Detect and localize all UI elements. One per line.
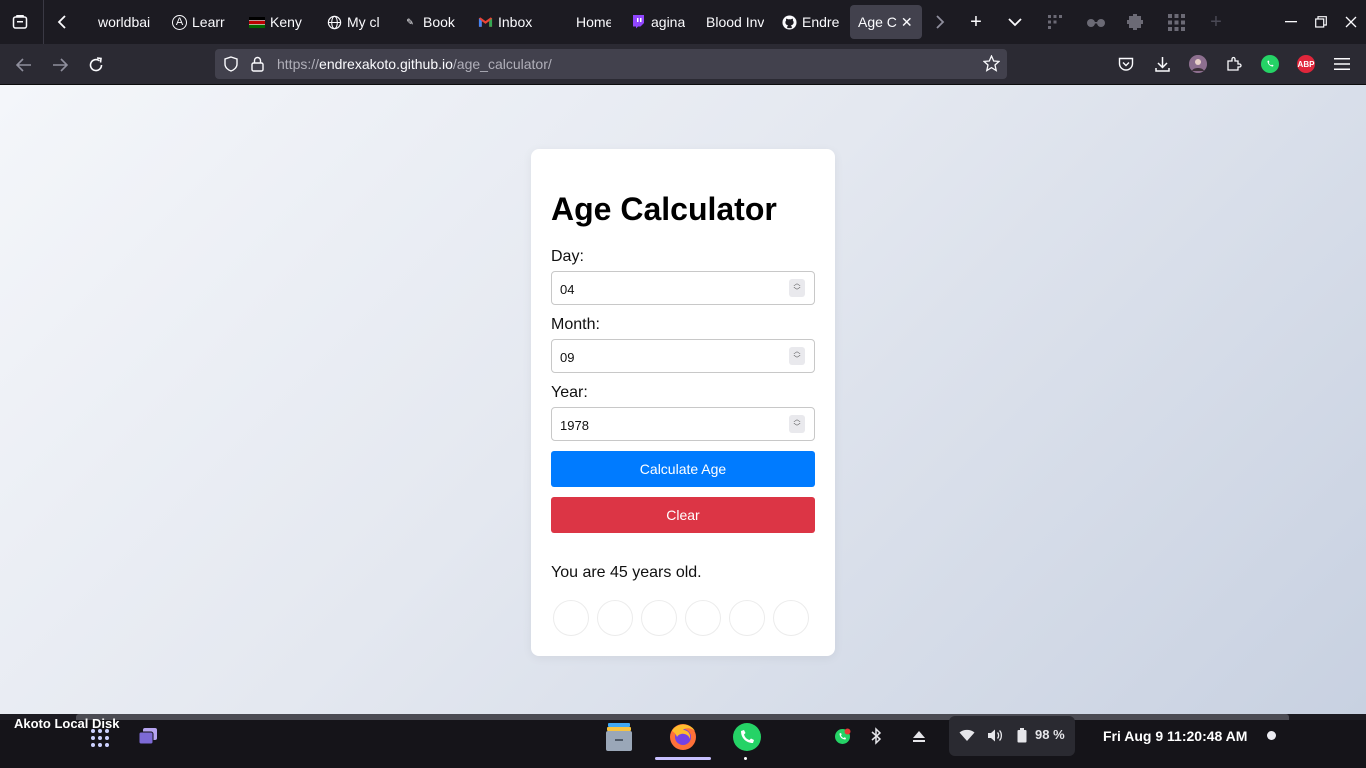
tab-home[interactable]: Home xyxy=(555,5,611,39)
page-title: Age Calculator xyxy=(551,191,777,227)
clear-button[interactable]: Clear xyxy=(551,497,815,533)
decorative-circles xyxy=(553,600,809,636)
tab-inbox[interactable]: Inbox xyxy=(477,5,535,39)
whatsapp-running-dot xyxy=(744,757,747,760)
circle-placeholder xyxy=(729,600,765,636)
pocket-icon[interactable] xyxy=(1117,55,1135,73)
year-value: 1978 xyxy=(560,418,589,433)
tab-book[interactable]: ✎ Book xyxy=(402,5,460,39)
calculate-age-button[interactable]: Calculate Age xyxy=(551,451,815,487)
lock-icon[interactable] xyxy=(251,56,264,77)
tab-divider xyxy=(43,0,44,44)
reload-icon[interactable] xyxy=(83,52,109,78)
day-spinner-icon[interactable]: ︿ ﹀ xyxy=(789,279,805,297)
month-input[interactable]: 09 ︿ ﹀ xyxy=(551,339,815,373)
tab-strip: worldbai A Learr Keny My cl ✎ Book Inbox… xyxy=(0,0,1366,44)
notification-dot[interactable] xyxy=(1267,731,1276,740)
circle-placeholder xyxy=(773,600,809,636)
extensions-puzzle-icon[interactable] xyxy=(1225,55,1243,73)
volume-icon[interactable] xyxy=(987,728,1003,746)
web-page: Age Calculator Day: 04 ︿ ﹀ Month: 09 ︿ ﹀ Y… xyxy=(0,85,1366,714)
year-spinner-icon[interactable]: ︿ ﹀ xyxy=(789,415,805,433)
tab-kenya[interactable]: Keny xyxy=(249,5,305,39)
age-calculator-card: Age Calculator Day: 04 ︿ ﹀ Month: 09 ︿ ﹀ Y… xyxy=(531,149,835,656)
home-icon xyxy=(555,14,571,30)
firefox-view-icon[interactable] xyxy=(10,12,30,32)
account-avatar-icon[interactable] xyxy=(1189,55,1207,73)
circle-placeholder xyxy=(597,600,633,636)
tab-worldbank[interactable]: worldbai xyxy=(90,5,156,39)
eject-icon[interactable] xyxy=(910,728,928,744)
clock[interactable]: Fri Aug 9 11:20:48 AM xyxy=(1103,728,1247,744)
day-label: Day: xyxy=(551,248,584,265)
list-all-tabs-icon[interactable] xyxy=(1005,12,1025,32)
year-label: Year: xyxy=(551,384,588,401)
menu-hamburger-icon[interactable] xyxy=(1333,55,1351,73)
wifi-icon[interactable] xyxy=(959,729,975,745)
close-window-icon[interactable] xyxy=(1342,12,1360,32)
tab-age-calculator-active[interactable]: Age C ✕ xyxy=(850,5,922,39)
bookmark-star-icon[interactable] xyxy=(982,54,1001,77)
shield-icon[interactable] xyxy=(224,56,238,77)
tab-github[interactable]: Endre xyxy=(781,5,839,39)
scroll-tabs-right-icon[interactable] xyxy=(930,12,950,32)
desktop-disk-label[interactable]: Akoto Local Disk xyxy=(14,716,119,731)
whatsapp-tray-icon[interactable] xyxy=(833,727,851,745)
globe-icon xyxy=(326,14,342,30)
age-result-text: You are 45 years old. xyxy=(551,564,702,581)
github-icon xyxy=(781,14,797,30)
gmail-icon xyxy=(477,14,493,30)
circle-placeholder xyxy=(553,600,589,636)
system-tray-status[interactable]: 98 % xyxy=(949,716,1075,756)
grid-icon[interactable] xyxy=(1166,12,1186,32)
add-icon[interactable]: + xyxy=(1206,11,1226,33)
bluetooth-icon[interactable] xyxy=(868,726,884,746)
adblock-plus-icon[interactable]: ABP xyxy=(1297,55,1315,73)
battery-percentage: 98 % xyxy=(1035,727,1065,742)
restore-icon[interactable] xyxy=(1312,12,1330,32)
month-label: Month: xyxy=(551,316,600,333)
twitch-icon xyxy=(630,14,646,30)
puzzle-star-icon[interactable] xyxy=(1125,12,1145,32)
whatsapp-app-icon[interactable] xyxy=(732,722,762,752)
firefox-active-indicator xyxy=(655,757,711,760)
day-input[interactable]: 04 ︿ ﹀ xyxy=(551,271,815,305)
workspaces-icon[interactable] xyxy=(137,726,159,748)
minimize-icon[interactable] xyxy=(1282,12,1300,32)
tab-learn[interactable]: A Learr xyxy=(172,5,230,39)
year-input[interactable]: 1978 ︿ ﹀ xyxy=(551,407,815,441)
apps-grid-icon[interactable] xyxy=(1045,12,1065,32)
url-text[interactable]: https://endrexakoto.github.io/age_calcul… xyxy=(277,56,552,72)
forward-icon[interactable] xyxy=(47,52,73,78)
firefox-app-icon[interactable] xyxy=(668,721,698,751)
circle-placeholder xyxy=(641,600,677,636)
tab-blood[interactable]: Blood Inv xyxy=(706,5,764,39)
tab-twitch[interactable]: agina xyxy=(630,5,686,39)
month-spinner-icon[interactable]: ︿ ﹀ xyxy=(789,347,805,365)
downloads-icon[interactable] xyxy=(1153,55,1171,73)
day-value: 04 xyxy=(560,282,575,297)
whatsapp-extension-icon[interactable] xyxy=(1261,55,1279,73)
book-icon: ✎ xyxy=(406,16,414,27)
kenya-flag-icon xyxy=(249,14,265,30)
scroll-tabs-left-icon[interactable] xyxy=(52,12,72,32)
month-value: 09 xyxy=(560,350,575,365)
tab-my-cl[interactable]: My cl xyxy=(326,5,382,39)
back-icon[interactable] xyxy=(11,52,37,78)
circle-placeholder xyxy=(685,600,721,636)
learn-icon: A xyxy=(172,14,187,30)
close-tab-icon[interactable]: ✕ xyxy=(901,14,913,31)
battery-icon[interactable] xyxy=(1017,728,1027,746)
files-app-icon[interactable] xyxy=(605,722,633,752)
glasses-icon[interactable] xyxy=(1085,12,1107,32)
navigation-toolbar: https://endrexakoto.github.io/age_calcul… xyxy=(0,44,1366,85)
url-bar[interactable]: https://endrexakoto.github.io/age_calcul… xyxy=(215,49,1007,79)
new-tab-icon[interactable]: + xyxy=(965,11,987,33)
